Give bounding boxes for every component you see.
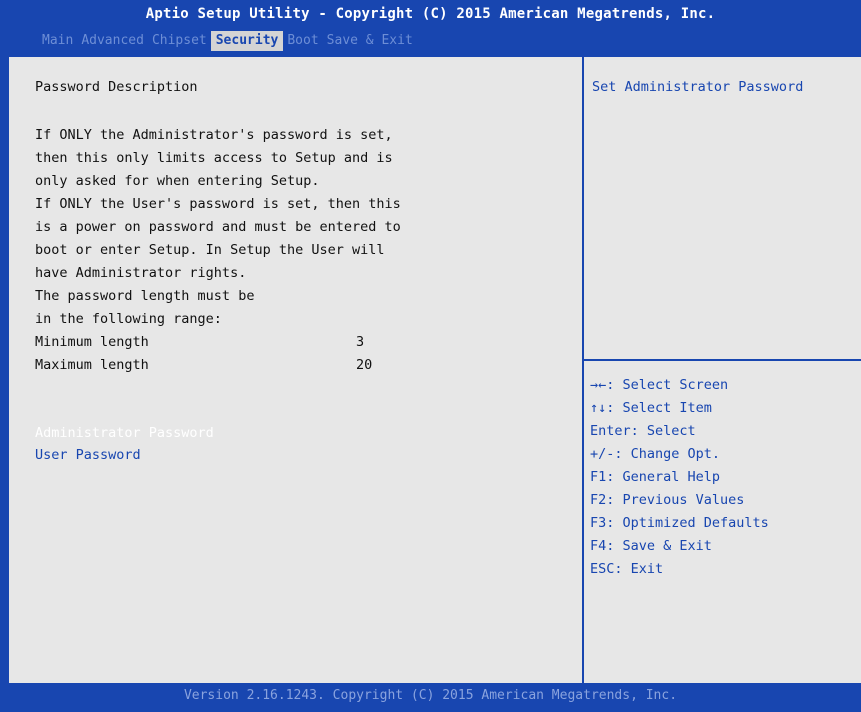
- help-text: Set Administrator Password: [592, 79, 804, 95]
- tab-boot[interactable]: Boot: [283, 31, 322, 51]
- tab-save-exit[interactable]: Save & Exit: [323, 31, 417, 51]
- tab-main[interactable]: Main: [38, 31, 77, 51]
- window-title: Aptio Setup Utility - Copyright (C) 2015…: [145, 6, 716, 22]
- section-heading: Password Description: [35, 79, 198, 95]
- main-panel: Password Description If ONLY the Adminis…: [7, 55, 861, 683]
- min-length-label: Minimum length: [35, 334, 149, 350]
- description-line: only asked for when entering Setup.: [35, 173, 320, 189]
- max-length-value: 20: [356, 357, 373, 373]
- description-line: is a power on password and must be enter…: [35, 219, 401, 235]
- hotkey-select-screen: →←: Select Screen: [590, 377, 729, 393]
- tab-security[interactable]: Security: [210, 31, 284, 51]
- hotkey-change-opt: +/-: Change Opt.: [590, 446, 721, 462]
- description-line: If ONLY the User's password is set, then…: [35, 196, 401, 212]
- hotkey-f4: F4: Save & Exit: [590, 538, 712, 554]
- tab-bar: Main Advanced Chipset Security Boot Save…: [38, 31, 417, 51]
- min-length-value: 3: [356, 334, 365, 350]
- max-length-label: Maximum length: [35, 357, 149, 373]
- description-line: then this only limits access to Setup an…: [35, 150, 393, 166]
- hotkey-select-item: ↑↓: Select Item: [590, 400, 712, 416]
- description-line: boot or enter Setup. In Setup the User w…: [35, 242, 385, 258]
- hotkey-f3: F3: Optimized Defaults: [590, 515, 769, 531]
- hotkey-f1: F1: General Help: [590, 469, 721, 485]
- settings-pane: Password Description If ONLY the Adminis…: [7, 55, 582, 683]
- hotkey-esc: ESC: Exit: [590, 561, 664, 577]
- description-line: If ONLY the Administrator's password is …: [35, 127, 393, 143]
- hotkey-f2: F2: Previous Values: [590, 492, 745, 508]
- version-footer: Version 2.16.1243. Copyright (C) 2015 Am…: [183, 688, 678, 703]
- help-pane: Set Administrator Password →←: Select Sc…: [582, 55, 861, 683]
- description-line: have Administrator rights.: [35, 265, 247, 281]
- tab-chipset[interactable]: Chipset: [148, 31, 211, 51]
- administrator-password-item[interactable]: Administrator Password: [35, 425, 214, 441]
- help-divider: [584, 359, 861, 361]
- user-password-item[interactable]: User Password: [35, 447, 141, 463]
- description-line: The password length must be: [35, 288, 255, 304]
- hotkey-enter: Enter: Select: [590, 423, 696, 439]
- description-line: in the following range:: [35, 311, 222, 327]
- tab-advanced[interactable]: Advanced: [77, 31, 148, 51]
